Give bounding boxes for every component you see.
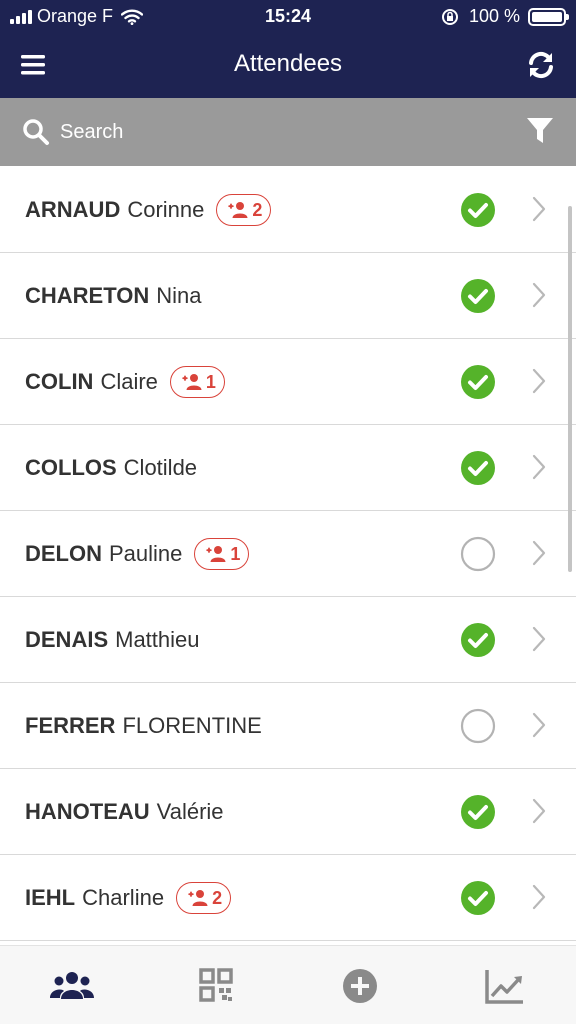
orientation-lock-icon <box>441 8 458 25</box>
guest-count-badge: 1 <box>194 538 250 570</box>
attendee-row[interactable]: IEHL Charline 2 <box>0 855 576 941</box>
attendee-first-name: Nina <box>156 283 202 308</box>
guest-count-badge: 2 <box>176 882 232 914</box>
add-circle-icon <box>343 968 377 1003</box>
attendees-group-icon <box>50 971 94 999</box>
checked-in-icon[interactable] <box>460 794 496 830</box>
attendee-name: FERRER FLORENTINE <box>25 683 262 769</box>
attendee-first-name: Claire <box>100 369 158 394</box>
app-header: Orange F 15:24 100 % Attendees <box>0 0 576 98</box>
chevron-right-icon <box>532 196 546 222</box>
scrollbar[interactable] <box>568 206 572 572</box>
nav-bar: Attendees <box>0 34 576 98</box>
battery-fill <box>532 11 562 22</box>
attendee-last-name: COLLOS <box>25 455 117 480</box>
refresh-icon[interactable] <box>526 50 556 80</box>
chevron-right-icon <box>532 368 546 394</box>
battery-icon <box>528 7 569 26</box>
attendee-last-name: DELON <box>25 541 102 566</box>
guest-count-badge: 1 <box>169 366 225 398</box>
attendee-row[interactable]: DENAIS Matthieu <box>0 597 576 683</box>
tab-attendees-group[interactable] <box>0 946 144 1024</box>
attendee-name: DELON Pauline 1 <box>25 511 250 597</box>
attendee-last-name: ARNAUD <box>25 197 121 222</box>
attendee-first-name: FLORENTINE <box>122 713 262 738</box>
guest-count-badge: 2 <box>216 194 272 226</box>
add-guest-icon <box>206 546 226 562</box>
attendee-row[interactable]: CHARETON Nina <box>0 253 576 339</box>
checked-in-icon[interactable] <box>460 364 496 400</box>
attendee-name: CHARETON Nina <box>25 253 202 339</box>
chevron-right-icon <box>532 282 546 308</box>
guest-count: 1 <box>230 543 241 564</box>
chevron-right-icon <box>532 454 546 480</box>
page-title: Attendees <box>233 50 343 77</box>
tab-add-circle[interactable] <box>288 946 432 1024</box>
status-bar: Orange F 15:24 100 % <box>0 0 576 34</box>
checked-in-icon[interactable] <box>460 622 496 658</box>
chevron-right-icon <box>532 712 546 738</box>
attendee-row[interactable]: FERRER FLORENTINE <box>0 683 576 769</box>
attendee-last-name: HANOTEAU <box>25 799 150 824</box>
not-checked-in-icon[interactable] <box>460 536 496 572</box>
attendee-last-name: DENAIS <box>25 627 109 652</box>
attendee-first-name: Pauline <box>109 541 183 566</box>
checked-in-icon[interactable] <box>460 880 496 916</box>
attendee-row[interactable]: HANOTEAU Valérie <box>0 769 576 855</box>
not-checked-in-icon[interactable] <box>460 708 496 744</box>
add-guest-icon <box>228 202 248 218</box>
attendee-first-name: Valérie <box>156 799 224 824</box>
search-icon <box>23 119 49 145</box>
attendee-first-name: Clotilde <box>123 455 198 480</box>
attendee-first-name: Matthieu <box>115 627 200 652</box>
qr-code-icon <box>199 967 233 1002</box>
attendee-last-name: CHARETON <box>25 283 150 308</box>
guest-count: 2 <box>212 887 223 908</box>
attendee-row[interactable]: COLIN Claire 1 <box>0 339 576 425</box>
checked-in-icon[interactable] <box>460 450 496 486</box>
attendee-name: COLIN Claire 1 <box>25 339 225 425</box>
add-guest-icon <box>188 890 208 906</box>
attendee-name: DENAIS Matthieu <box>25 597 200 683</box>
battery-percent: 100 % <box>468 6 520 26</box>
tab-qr-code[interactable] <box>144 946 288 1024</box>
checked-in-icon[interactable] <box>460 278 496 314</box>
chevron-right-icon <box>532 884 546 910</box>
attendee-last-name: IEHL <box>25 885 76 910</box>
chevron-right-icon <box>532 798 546 824</box>
tab-stats-chart[interactable] <box>432 946 576 1024</box>
attendee-list: ARNAUD Corinne 2 CHARETON Nina COLIN Cla… <box>0 167 576 945</box>
attendee-row[interactable]: COLLOS Clotilde <box>0 425 576 511</box>
chevron-right-icon <box>532 540 546 566</box>
chevron-right-icon <box>532 626 546 652</box>
attendee-last-name: COLIN <box>25 369 94 394</box>
guest-count: 1 <box>205 371 216 392</box>
attendee-name: IEHL Charline 2 <box>25 855 232 941</box>
attendee-row[interactable]: DELON Pauline 1 <box>0 511 576 597</box>
tab-bar <box>0 945 576 1024</box>
search-input[interactable] <box>60 112 500 152</box>
checked-in-icon[interactable] <box>460 192 496 228</box>
attendee-row[interactable]: ARNAUD Corinne 2 <box>0 167 576 253</box>
filter-icon[interactable] <box>526 116 554 146</box>
guest-count: 2 <box>252 199 263 220</box>
attendee-first-name: Corinne <box>127 197 205 222</box>
attendee-name: HANOTEAU Valérie <box>25 769 224 855</box>
stats-chart-icon <box>485 969 523 1004</box>
attendee-name: ARNAUD Corinne 2 <box>25 167 272 253</box>
add-guest-icon <box>182 374 202 390</box>
attendee-first-name: Charline <box>82 885 165 910</box>
search-bar <box>0 98 576 166</box>
attendee-name: COLLOS Clotilde <box>25 425 197 511</box>
attendee-last-name: FERRER <box>25 713 116 738</box>
